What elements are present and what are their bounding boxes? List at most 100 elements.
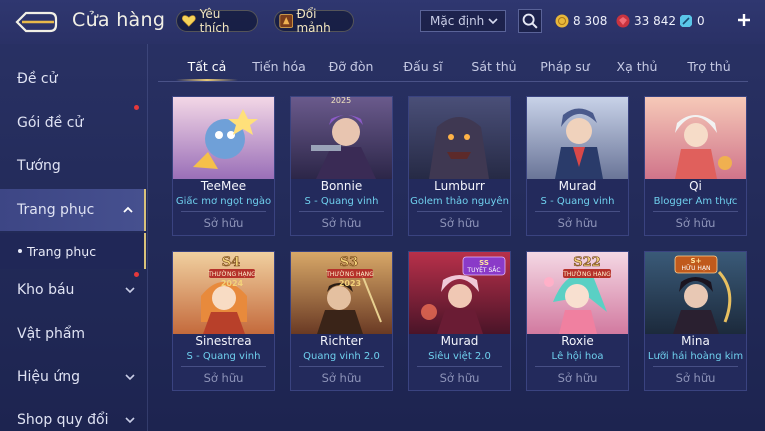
sort-value: Mặc định bbox=[430, 14, 485, 28]
tab-tank[interactable]: Đỡ đòn bbox=[318, 52, 384, 80]
exchange-shards-button[interactable]: Đổi mảnh bbox=[274, 7, 354, 35]
tab-fighter[interactable]: Đấu sĩ bbox=[390, 52, 456, 80]
svg-text:S+: S+ bbox=[691, 257, 702, 265]
category-tabs: Tất cả Tiến hóa Đỡ đòn Đấu sĩ Sát thủ Ph… bbox=[158, 52, 758, 82]
tab-mage[interactable]: Pháp sư bbox=[532, 52, 598, 80]
top-bar: Cửa hàng Yêu thích Đổi mảnh Mặc định 8 3… bbox=[0, 0, 765, 44]
svg-text:S22: S22 bbox=[573, 255, 600, 270]
skin-card[interactable]: Lumburr Golem thảo nguyên Sở hữu bbox=[408, 96, 511, 236]
heart-icon bbox=[181, 15, 196, 27]
season-badge-icon: S22 THƯỜNG HẠNG bbox=[562, 255, 611, 278]
season-badge-icon: S+ HỮU HẠN bbox=[674, 255, 718, 274]
sidebar-item-skins[interactable]: Trang phục bbox=[0, 189, 146, 231]
sidebar-item-recommended[interactable]: Đề cử bbox=[0, 58, 146, 100]
skin-title: S - Quang vinh bbox=[540, 196, 615, 207]
skin-card[interactable]: Murad S - Quang vinh Sở hữu bbox=[526, 96, 629, 236]
tab-evolution[interactable]: Tiến hóa bbox=[246, 52, 312, 80]
sort-dropdown[interactable]: Mặc định bbox=[420, 10, 506, 32]
sidebar-subitem-skins[interactable]: Trang phục bbox=[0, 233, 146, 269]
skin-hero-name: Lumburr bbox=[434, 179, 485, 193]
skin-hero-name: Richter bbox=[320, 334, 363, 348]
sidebar-item-effects[interactable]: Hiệu ứng bbox=[0, 356, 146, 398]
skin-hero-name: Roxie bbox=[561, 334, 594, 348]
svg-text:S4: S4 bbox=[222, 255, 240, 270]
skin-hero-name: TeeMee bbox=[200, 179, 247, 193]
owned-status: Sở hữu bbox=[439, 371, 480, 385]
gold-coin-icon bbox=[555, 14, 569, 28]
skin-title: Siêu việt 2.0 bbox=[428, 351, 491, 362]
tab-marksman[interactable]: Xạ thủ bbox=[604, 52, 670, 80]
divider bbox=[417, 211, 502, 212]
skin-title: Lưỡi hái hoàng kim bbox=[647, 351, 744, 362]
page-title: Cửa hàng bbox=[72, 9, 166, 31]
owned-status: Sở hữu bbox=[439, 216, 480, 230]
search-icon[interactable] bbox=[518, 9, 542, 33]
shard-exchange-icon bbox=[279, 14, 294, 28]
chevron-down-icon bbox=[125, 417, 135, 424]
skin-card[interactable]: 2025 Bonnie S - Quang vinh Sở hữu bbox=[290, 96, 393, 236]
ruby-balance: 33 842 bbox=[616, 11, 676, 31]
skin-hero-name: Qi bbox=[689, 179, 702, 193]
chevron-down-icon bbox=[488, 18, 498, 25]
sidebar-item-treasure[interactable]: Kho báu bbox=[0, 269, 146, 311]
svg-text:2025: 2025 bbox=[331, 97, 351, 105]
skin-title: Quang vinh 2.0 bbox=[303, 351, 380, 362]
skin-card[interactable]: S3 THƯỜNG HẠNG 2023 Richter Quang vinh 2… bbox=[290, 251, 393, 391]
favorites-label: Yêu thích bbox=[199, 7, 230, 35]
skin-hero-name: Murad bbox=[440, 334, 479, 348]
skin-title: S - Quang vinh bbox=[304, 196, 379, 207]
svg-text:THƯỜNG HẠNG: THƯỜNG HẠNG bbox=[207, 271, 256, 278]
divider bbox=[299, 366, 384, 367]
voucher-amount: 0 bbox=[697, 14, 705, 28]
divider bbox=[181, 366, 266, 367]
season-badge-icon: S3 THƯỜNG HẠNG 2023 bbox=[325, 255, 374, 288]
skin-title: Giấc mơ ngọt ngào bbox=[175, 196, 272, 207]
svg-text:HỮU HẠN: HỮU HẠN bbox=[681, 265, 710, 272]
back-arrow-icon[interactable] bbox=[14, 10, 58, 34]
skin-card[interactable]: Qi Blogger Ẩm thực Sở hữu bbox=[644, 96, 747, 236]
skin-card[interactable]: TeeMee Giấc mơ ngọt ngào Sở hữu bbox=[172, 96, 275, 236]
skin-card[interactable]: S4 THƯỜNG HẠNG 2024 Sinestrea S - Quang … bbox=[172, 251, 275, 391]
skin-card[interactable]: SS TUYỆT SẮC Murad Siêu việt 2.0 Sở hữu bbox=[408, 251, 511, 391]
favorites-button[interactable]: Yêu thích bbox=[176, 7, 258, 35]
season-badge-icon: SS TUYỆT SẮC bbox=[462, 256, 506, 276]
gold-balance: 8 308 bbox=[555, 11, 607, 31]
sidebar-item-label: Gói đề cử bbox=[17, 115, 84, 131]
owned-status: Sở hữu bbox=[203, 216, 244, 230]
sidebar-item-recommended-bundles[interactable]: Gói đề cử bbox=[0, 102, 146, 144]
notification-dot bbox=[134, 105, 139, 110]
svg-text:2024: 2024 bbox=[221, 279, 244, 288]
ruby-gem-icon bbox=[616, 14, 630, 28]
voucher-balance: 0 bbox=[679, 11, 705, 31]
sidebar-item-heroes[interactable]: Tướng bbox=[0, 145, 146, 187]
sidebar-item-label: Shop quy đổi bbox=[17, 412, 109, 428]
skin-hero-name: Bonnie bbox=[320, 179, 363, 193]
skin-art bbox=[527, 97, 628, 179]
sidebar-item-exchange-shop[interactable]: Shop quy đổi bbox=[0, 399, 146, 431]
year-badge-icon: 2025 bbox=[331, 97, 351, 105]
plus-icon[interactable] bbox=[736, 12, 752, 28]
sidebar-item-label: Tướng bbox=[17, 158, 61, 174]
tab-all[interactable]: Tất cả bbox=[174, 52, 240, 81]
skin-card[interactable]: S22 THƯỜNG HẠNG Roxie Lễ hội hoa Sở hữu bbox=[526, 251, 629, 391]
divider bbox=[535, 366, 620, 367]
skin-title: Lễ hội hoa bbox=[551, 351, 604, 362]
tab-assassin[interactable]: Sát thủ bbox=[461, 52, 527, 80]
sidebar-item-items[interactable]: Vật phẩm bbox=[0, 313, 146, 355]
svg-text:THƯỜNG HẠNG: THƯỜNG HẠNG bbox=[325, 271, 374, 278]
chevron-up-icon bbox=[123, 206, 133, 213]
sidebar-subitem-label: Trang phục bbox=[27, 243, 97, 259]
sidebar-item-label: Kho báu bbox=[17, 282, 75, 298]
owned-status: Sở hữu bbox=[675, 371, 716, 385]
skin-art bbox=[173, 97, 274, 179]
skin-art bbox=[409, 97, 510, 179]
tab-support[interactable]: Trợ thủ bbox=[676, 52, 742, 80]
skin-hero-name: Sinestrea bbox=[195, 334, 252, 348]
season-badge-icon: S4 THƯỜNG HẠNG 2024 bbox=[207, 255, 256, 288]
chevron-down-icon bbox=[125, 287, 135, 294]
skin-title: S - Quang vinh bbox=[186, 351, 261, 362]
sidebar-item-label: Vật phẩm bbox=[17, 326, 86, 342]
skin-card[interactable]: S+ HỮU HẠN Mina Lưỡi hái hoàng kim Sở hữ… bbox=[644, 251, 747, 391]
skin-grid: TeeMee Giấc mơ ngọt ngào Sở hữu 2025 Bon… bbox=[172, 96, 752, 431]
bullet-icon bbox=[18, 249, 22, 253]
